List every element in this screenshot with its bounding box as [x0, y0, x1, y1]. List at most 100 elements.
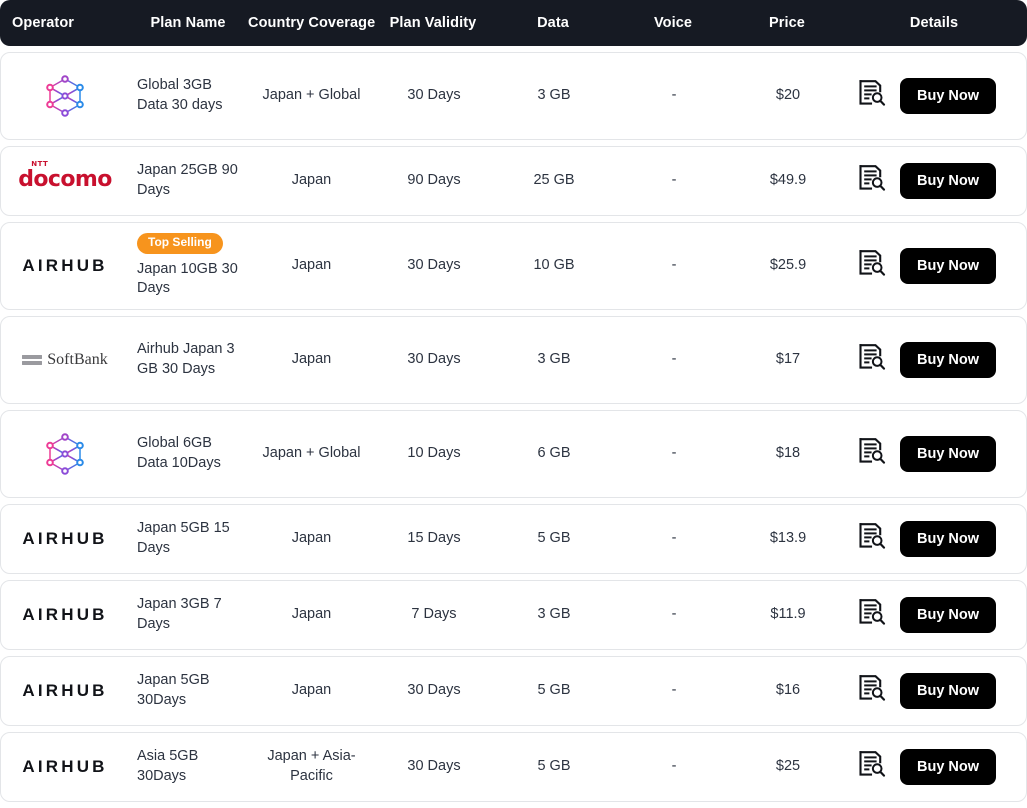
country-coverage-cell: Japan + Asia-Pacific [267, 748, 356, 784]
operator-cell: AIRHUB [1, 251, 129, 282]
operator-logo: AIRHUB [22, 255, 107, 278]
plan-name-text: Japan 5GB 30Days [137, 672, 210, 708]
buy-now-button[interactable]: Buy Now [900, 521, 997, 557]
buy-now-button[interactable]: Buy Now [900, 78, 997, 114]
buy-now-button[interactable]: Buy Now [900, 163, 997, 199]
column-header-price: Price [769, 15, 805, 31]
mesh-network-logo-icon [46, 75, 84, 117]
plan-validity-cell: 30 Days [407, 682, 461, 699]
buy-now-button[interactable]: Buy Now [900, 749, 997, 785]
plan-name-cell: Asia 5GB 30Days [129, 743, 249, 790]
document-search-icon[interactable] [856, 342, 886, 379]
data-cell: 25 GB [533, 172, 575, 189]
details-cell: Buy Now [842, 244, 1027, 289]
price-cell: $18 [775, 445, 801, 462]
details-cell: Buy Now [842, 74, 1027, 119]
price-cell: $16 [775, 682, 801, 699]
document-search-icon[interactable] [856, 436, 886, 473]
plan-name-text: Airhub Japan 3 GB 30 Days [137, 341, 235, 377]
operator-cell [1, 427, 129, 481]
country-coverage-cell: Japan [291, 257, 332, 274]
document-search-icon[interactable] [856, 749, 886, 786]
price-cell: $13.9 [769, 530, 807, 547]
details-cell: Buy Now [842, 432, 1027, 477]
operator-logo: AIRHUB [22, 680, 107, 703]
airhub-logo-text: AIRHUB [22, 756, 108, 776]
plan-name-text: Japan 10GB 30 Days [137, 260, 238, 297]
plan-name-text: Global 6GB Data 10Days [137, 435, 221, 471]
price-cell: $11.9 [770, 606, 806, 623]
data-cell: 6 GB [537, 445, 571, 462]
document-search-icon[interactable] [856, 248, 886, 285]
document-search-icon[interactable] [856, 78, 886, 115]
details-cell: Buy Now [842, 159, 1027, 204]
country-coverage-cell: Japan [291, 351, 332, 368]
data-cell: 3 GB [537, 351, 571, 368]
buy-now-button[interactable]: Buy Now [900, 673, 997, 709]
table-row[interactable]: SoftBank Airhub Japan 3 GB 30 Days Japan… [0, 316, 1027, 404]
operator-cell: SoftBank [1, 345, 129, 375]
buy-now-button[interactable]: Buy Now [900, 342, 997, 378]
plan-name-cell: Japan 3GB 7 Days [129, 591, 249, 638]
operator-logo: AIRHUB [22, 604, 107, 627]
operator-logo [42, 431, 88, 477]
document-search-icon[interactable] [856, 521, 886, 558]
plan-validity-cell: 30 Days [407, 257, 461, 274]
buy-now-button[interactable]: Buy Now [900, 436, 997, 472]
table-row[interactable]: AIRHUB Asia 5GB 30Days Japan + Asia-Paci… [0, 732, 1027, 802]
airhub-logo-text: AIRHUB [22, 680, 108, 700]
column-header-plan-validity: Plan Validity [389, 15, 477, 31]
plan-name-cell: Airhub Japan 3 GB 30 Days [129, 336, 249, 383]
table-row[interactable]: Global 3GB Data 30 days Japan + Global 3… [0, 52, 1027, 140]
operator-logo [42, 73, 88, 119]
column-header-details: Details [909, 15, 959, 31]
details-cell: Buy Now [842, 745, 1027, 790]
details-cell: Buy Now [842, 593, 1027, 638]
voice-cell: - [671, 606, 677, 623]
details-cell: Buy Now [842, 338, 1027, 383]
document-search-icon[interactable] [856, 163, 886, 200]
table-row[interactable]: AIRHUB Japan 3GB 7 Days Japan 7 Days 3 G… [0, 580, 1027, 650]
voice-cell: - [671, 257, 677, 274]
plan-validity-cell: 30 Days [407, 758, 461, 775]
mesh-network-logo-icon [46, 433, 84, 475]
price-cell: $20 [775, 87, 801, 104]
airhub-logo-text: AIRHUB [22, 528, 108, 548]
operator-cell: NTT docomo [1, 160, 129, 197]
country-coverage-cell: Japan [291, 682, 332, 699]
operator-cell: AIRHUB [1, 752, 129, 783]
data-cell: 5 GB [537, 682, 571, 699]
softbank-logo-text: SoftBank [47, 351, 108, 369]
table-row[interactable]: AIRHUB Top Selling Japan 10GB 30 Days Ja… [0, 222, 1027, 310]
plan-validity-cell: 7 Days [411, 606, 457, 623]
operator-cell: AIRHUB [1, 524, 129, 555]
table-row[interactable]: AIRHUB Japan 5GB 30Days Japan 30 Days 5 … [0, 656, 1027, 726]
data-cell: 5 GB [537, 758, 571, 775]
buy-now-button[interactable]: Buy Now [900, 597, 997, 633]
table-row[interactable]: NTT docomo Japan 25GB 90 Days Japan 90 Da… [0, 146, 1027, 216]
plan-validity-cell: 30 Days [407, 351, 461, 368]
docomo-logo-text: NTT docomo [18, 160, 112, 193]
document-search-icon[interactable] [856, 597, 886, 634]
buy-now-button[interactable]: Buy Now [900, 248, 997, 284]
column-header-plan-name: Plan Name [150, 15, 226, 31]
plan-name-text: Japan 3GB 7 Days [137, 596, 222, 632]
table-row[interactable]: AIRHUB Japan 5GB 15 Days Japan 15 Days 5… [0, 504, 1027, 574]
voice-cell: - [671, 445, 677, 462]
table-row[interactable]: Global 6GB Data 10Days Japan + Global 10… [0, 410, 1027, 498]
plan-validity-cell: 10 Days [407, 445, 461, 462]
document-search-icon[interactable] [856, 673, 886, 710]
details-cell: Buy Now [842, 669, 1027, 714]
plan-name-cell: Global 3GB Data 30 days [129, 72, 249, 119]
operator-cell: AIRHUB [1, 600, 129, 631]
plan-validity-cell: 30 Days [407, 87, 461, 104]
data-cell: 3 GB [537, 606, 571, 623]
plan-name-text: Asia 5GB 30Days [137, 748, 199, 784]
price-cell: $25 [775, 758, 801, 775]
country-coverage-cell: Japan + Global [262, 445, 361, 462]
airhub-logo-text: AIRHUB [22, 255, 108, 275]
table-header-row: Operator Plan Name Country Coverage Plan… [0, 0, 1027, 46]
country-coverage-cell: Japan + Global [262, 87, 361, 104]
voice-cell: - [671, 87, 677, 104]
operator-cell: AIRHUB [1, 676, 129, 707]
